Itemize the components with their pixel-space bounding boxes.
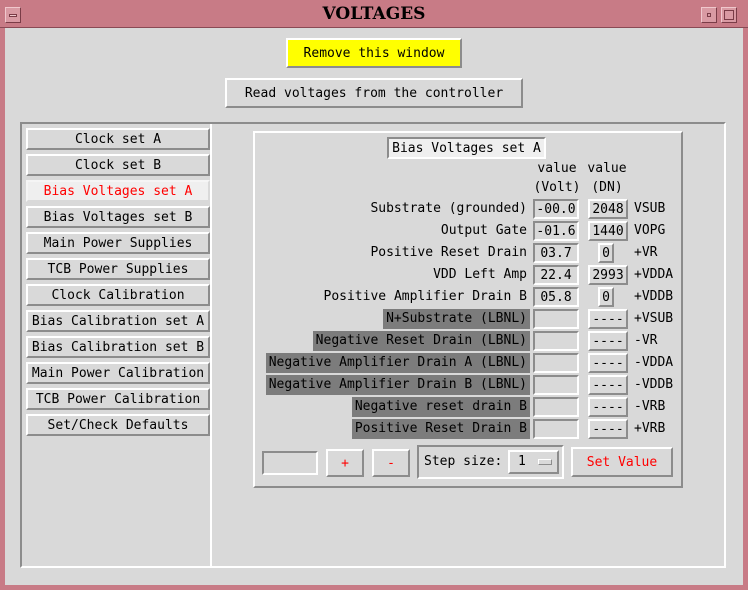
- dn-button-vdd-left-amp[interactable]: 2993: [588, 265, 628, 285]
- nav-item-bias-calibration-set-b[interactable]: Bias Calibration set B: [26, 336, 210, 358]
- volt-field-positive-reset-drain[interactable]: 03.7: [533, 243, 579, 263]
- nav-item-set-check-defaults[interactable]: Set/Check Defaults: [26, 414, 210, 436]
- signal-name-negative-reset-drain-b: -VRB: [634, 399, 666, 414]
- nav-item-main-power-supplies[interactable]: Main Power Supplies: [26, 232, 210, 254]
- nav-item-tcb-power-supplies[interactable]: TCB Power Supplies: [26, 258, 210, 280]
- value-entry[interactable]: [262, 451, 318, 475]
- dn-button-positive-amplifier-drain-b[interactable]: 0: [598, 287, 614, 307]
- row-label-positive-amplifier-drain-b: Positive Amplifier Drain B: [323, 289, 528, 304]
- signal-name-n-substrate-lbnl: +VSUB: [634, 311, 674, 326]
- dn-button-n-substrate-lbnl[interactable]: ----: [588, 309, 628, 329]
- volt-field-n-substrate-lbnl[interactable]: [533, 309, 579, 329]
- row-label-negative-reset-drain-b: Negative reset drain B: [351, 397, 530, 417]
- dn-button-negative-amplifier-drain-a-lbnl[interactable]: ----: [588, 353, 628, 373]
- volt-field-positive-amplifier-drain-b[interactable]: 05.8: [533, 287, 579, 307]
- signal-name-positive-amplifier-drain-b: +VDDB: [634, 289, 674, 304]
- dn-button-positive-reset-drain[interactable]: 0: [598, 243, 614, 263]
- decrement-button[interactable]: -: [372, 449, 410, 477]
- row-label-vdd-left-amp: VDD Left Amp: [433, 267, 527, 282]
- row-label-substrate-grounded: Substrate (grounded): [370, 201, 527, 216]
- nav-item-main-power-calibration[interactable]: Main Power Calibration: [26, 362, 210, 384]
- dn-button-positive-reset-drain-b[interactable]: ----: [588, 419, 628, 439]
- row-label-positive-reset-drain: Positive Reset Drain: [370, 245, 527, 260]
- col-header-dn: value (DN): [583, 159, 631, 197]
- volt-field-vdd-left-amp[interactable]: 22.4: [533, 265, 579, 285]
- signal-name-positive-reset-drain-b: +VRB: [634, 421, 666, 436]
- step-size-label: Step size:: [424, 454, 503, 469]
- row-label-negative-reset-drain-lbnl: Negative Reset Drain (LBNL): [312, 331, 530, 351]
- volt-field-negative-reset-drain-b[interactable]: [533, 397, 579, 417]
- step-size-value: 1: [518, 454, 526, 469]
- row-label-n-substrate-lbnl: N+Substrate (LBNL): [383, 309, 530, 329]
- volt-field-negative-reset-drain-lbnl[interactable]: [533, 331, 579, 351]
- nav-item-tcb-power-calibration[interactable]: TCB Power Calibration: [26, 388, 210, 410]
- col-header-dn-1: value: [587, 161, 627, 176]
- signal-name-negative-amplifier-drain-b-lbnl: -VDDB: [634, 377, 674, 392]
- nav-item-bias-voltages-set-a[interactable]: Bias Voltages set A: [26, 180, 210, 202]
- minimize-button[interactable]: [701, 7, 717, 23]
- option-menu-indicator-icon: [538, 459, 552, 465]
- dn-button-negative-reset-drain-lbnl[interactable]: ----: [588, 331, 628, 351]
- increment-button[interactable]: +: [326, 449, 364, 477]
- volt-field-positive-reset-drain-b[interactable]: [533, 419, 579, 439]
- nav-item-clock-calibration[interactable]: Clock Calibration: [26, 284, 210, 306]
- signal-name-output-gate: VOPG: [634, 223, 666, 238]
- nav-item-bias-calibration-set-a[interactable]: Bias Calibration set A: [26, 310, 210, 332]
- set-value-button[interactable]: Set Value: [571, 447, 673, 477]
- col-header-volt: value (Volt): [532, 159, 582, 197]
- signal-name-vdd-left-amp: +VDDA: [634, 267, 674, 282]
- volt-field-negative-amplifier-drain-a-lbnl[interactable]: [533, 353, 579, 373]
- remove-window-button[interactable]: Remove this window: [286, 38, 462, 68]
- nav-item-bias-voltages-set-b[interactable]: Bias Voltages set B: [26, 206, 210, 228]
- volt-field-output-gate[interactable]: -01.6: [533, 221, 579, 241]
- minimize-icon: [707, 13, 711, 17]
- signal-name-substrate-grounded: VSUB: [634, 201, 666, 216]
- maximize-icon: [724, 10, 734, 20]
- volt-field-substrate-grounded[interactable]: -00.0: [533, 199, 579, 219]
- dn-button-negative-amplifier-drain-b-lbnl[interactable]: ----: [588, 375, 628, 395]
- dn-button-output-gate[interactable]: 1440: [588, 221, 628, 241]
- row-label-positive-reset-drain-b: Positive Reset Drain B: [351, 419, 530, 439]
- row-label-output-gate: Output Gate: [440, 223, 527, 238]
- signal-name-negative-reset-drain-lbnl: -VR: [634, 333, 658, 348]
- panel-header: Bias Voltages set A: [387, 137, 546, 159]
- nav-item-clock-set-a[interactable]: Clock set A: [26, 128, 210, 150]
- signal-name-positive-reset-drain: +VR: [634, 245, 658, 260]
- step-size-select[interactable]: 1: [508, 450, 559, 474]
- volt-field-negative-amplifier-drain-b-lbnl[interactable]: [533, 375, 579, 395]
- nav-item-clock-set-b[interactable]: Clock set B: [26, 154, 210, 176]
- window-title: VOLTAGES: [322, 4, 426, 24]
- read-voltages-button[interactable]: Read voltages from the controller: [225, 78, 523, 108]
- signal-name-negative-amplifier-drain-a-lbnl: -VDDA: [634, 355, 674, 370]
- dn-button-negative-reset-drain-b[interactable]: ----: [588, 397, 628, 417]
- col-header-volt-2: (Volt): [533, 180, 581, 195]
- row-label-negative-amplifier-drain-b-lbnl: Negative Amplifier Drain B (LBNL): [265, 375, 530, 395]
- dn-button-substrate-grounded[interactable]: 2048: [588, 199, 628, 219]
- col-header-dn-2: (DN): [591, 180, 623, 195]
- row-label-negative-amplifier-drain-a-lbnl: Negative Amplifier Drain A (LBNL): [265, 353, 530, 373]
- col-header-volt-1: value: [537, 161, 577, 176]
- maximize-button[interactable]: [721, 7, 737, 23]
